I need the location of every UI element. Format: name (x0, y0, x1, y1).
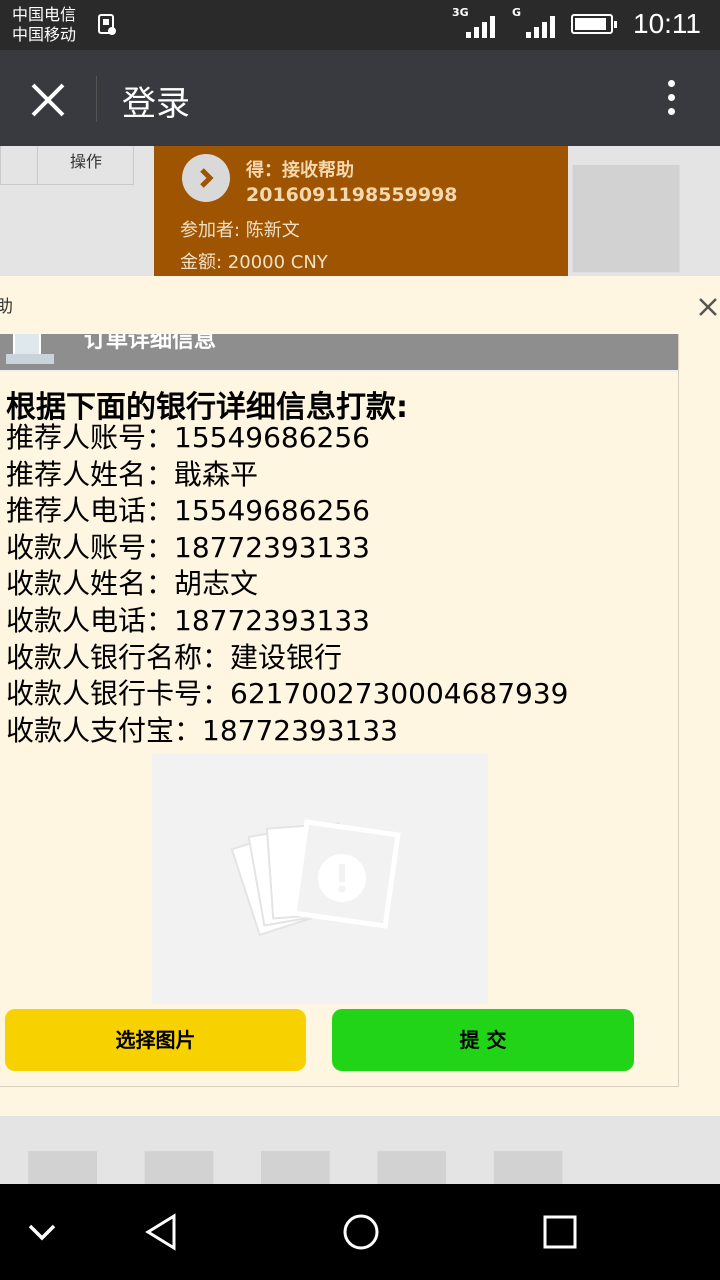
broken-image-icon (230, 819, 401, 937)
bg-card-type: 得：接收帮助 (246, 160, 354, 181)
recents-icon[interactable] (540, 1212, 580, 1252)
bg-table-header: 操作 (0, 146, 134, 185)
page-title: 登录 (122, 84, 190, 124)
sim-icon (98, 14, 116, 35)
info-row-payee-name: 收款人姓名：胡志文 (6, 567, 259, 601)
clock: 10:11 (633, 8, 701, 39)
order-header-title: 订单详细信息 (84, 334, 217, 353)
info-list: 推荐人账号：15549686256 推荐人姓名：戢森平 推荐人电话：155496… (6, 420, 568, 749)
signal-g-icon: G (512, 6, 558, 38)
bg-help-card: 得：接收帮助 2016091198559998 参加者: 陈新文 金额: 200… (154, 146, 568, 276)
bg-card-amount: 金额: 20000 CNY (180, 252, 328, 273)
carrier-labels: 中国电信 中国移动 (12, 5, 76, 45)
document-icon (6, 334, 54, 364)
info-row-referrer-account: 推荐人账号：15549686256 (6, 421, 370, 454)
carrier-1: 中国电信 (12, 5, 77, 24)
ghost-shape: ■ (560, 146, 693, 289)
dialog-close-icon[interactable] (697, 296, 719, 318)
order-dialog: 助 订单详细信息 根据下面的银行详细信息打款: 推荐人账号：1554968625… (0, 276, 720, 1116)
title-divider (96, 76, 97, 122)
info-row-bank-card: 收款人银行卡号：6217002730004687939 (6, 677, 569, 711)
choose-image-button[interactable]: 选择图片 (5, 1009, 306, 1071)
order-header: 订单详细信息 (0, 334, 678, 372)
bg-card-id: 2016091198559998 (246, 184, 458, 206)
info-row-bank-name: 收款人银行名称：建设银行 (6, 640, 343, 674)
back-icon[interactable] (142, 1212, 182, 1252)
bg-table-header-label: 操作 (70, 152, 103, 171)
bg-card-participant: 参加者: 陈新文 (180, 220, 300, 241)
info-row-payee-phone: 收款人电话：18772393133 (6, 603, 370, 637)
info-row-payee-account: 收款人账号：18772393133 (6, 530, 370, 564)
carrier-2: 中国移动 (12, 25, 77, 44)
info-row-referrer-name: 推荐人姓名：戢森平 (6, 457, 259, 491)
battery-icon (571, 14, 617, 34)
status-bar: 中国电信 中国移动 3G G 10:11 (0, 0, 720, 50)
chevron-right-icon (182, 154, 230, 202)
network-type-2: G (512, 6, 522, 19)
more-menu-icon[interactable] (660, 78, 684, 118)
hide-keyboard-icon[interactable] (22, 1212, 62, 1252)
signal-3g-icon: 3G (452, 6, 498, 38)
close-icon[interactable] (28, 80, 68, 120)
home-icon[interactable] (341, 1212, 381, 1252)
info-row-referrer-phone: 推荐人电话：15549686256 (6, 494, 370, 528)
dialog-title: 助 (0, 297, 13, 317)
image-placeholder (152, 754, 488, 1004)
ghost-shape-bottom: ■ ■ ■ ■ ■ (20, 1126, 571, 1184)
info-row-alipay: 收款人支付宝：18772393133 (6, 713, 398, 747)
navigation-bar (0, 1184, 720, 1280)
dialog-content: 订单详细信息 根据下面的银行详细信息打款: 推荐人账号：15549686256 … (0, 334, 679, 1087)
submit-button[interactable]: 提 交 (332, 1009, 634, 1071)
title-bar: 登录 (0, 50, 720, 146)
